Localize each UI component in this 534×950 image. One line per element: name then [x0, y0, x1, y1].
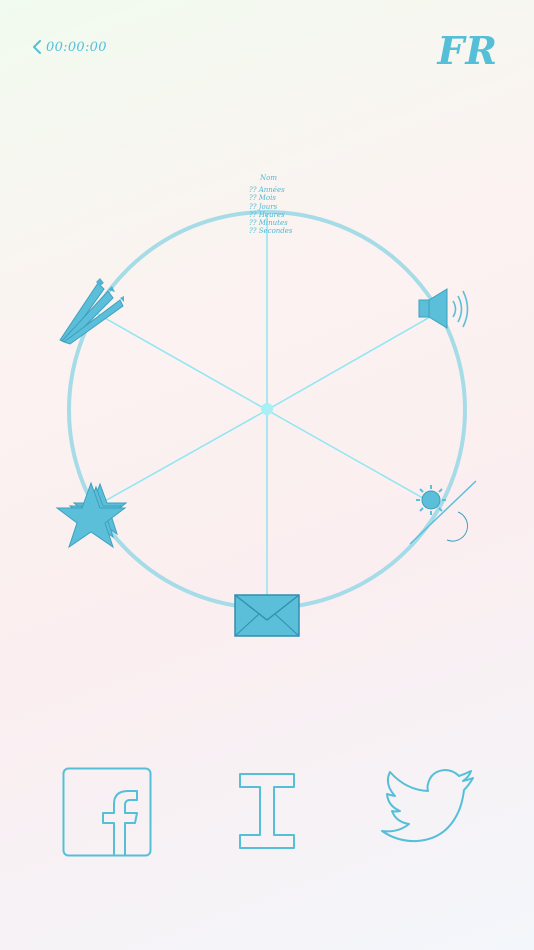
social-bar: [0, 760, 534, 870]
countdown-info: Nom ?? Années ?? Mois ?? Jours ?? Heures…: [249, 174, 309, 235]
pens-icon[interactable]: [59, 278, 124, 345]
seconds-line: ?? Secondes: [249, 227, 293, 236]
day-night-icon[interactable]: [409, 480, 477, 545]
facebook-icon[interactable]: [62, 767, 152, 857]
wheel-center: [261, 403, 273, 415]
envelope-icon[interactable]: [234, 594, 300, 637]
hours-line: ?? Heures: [249, 210, 285, 219]
countdown-name: Nom: [260, 174, 277, 182]
days-line: ?? Jours: [249, 202, 278, 211]
twitter-icon[interactable]: [380, 768, 476, 852]
years-line: ?? Années: [249, 186, 285, 195]
letter-i-icon[interactable]: [239, 773, 295, 849]
minutes-line: ?? Minutes: [249, 219, 288, 228]
months-line: ?? Mois: [249, 194, 276, 203]
